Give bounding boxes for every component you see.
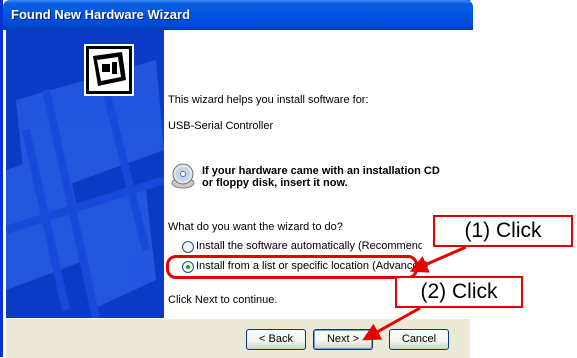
- arrow-step1: [409, 245, 467, 273]
- arrow-step2: [362, 306, 421, 341]
- callout-arrows: [362, 245, 467, 341]
